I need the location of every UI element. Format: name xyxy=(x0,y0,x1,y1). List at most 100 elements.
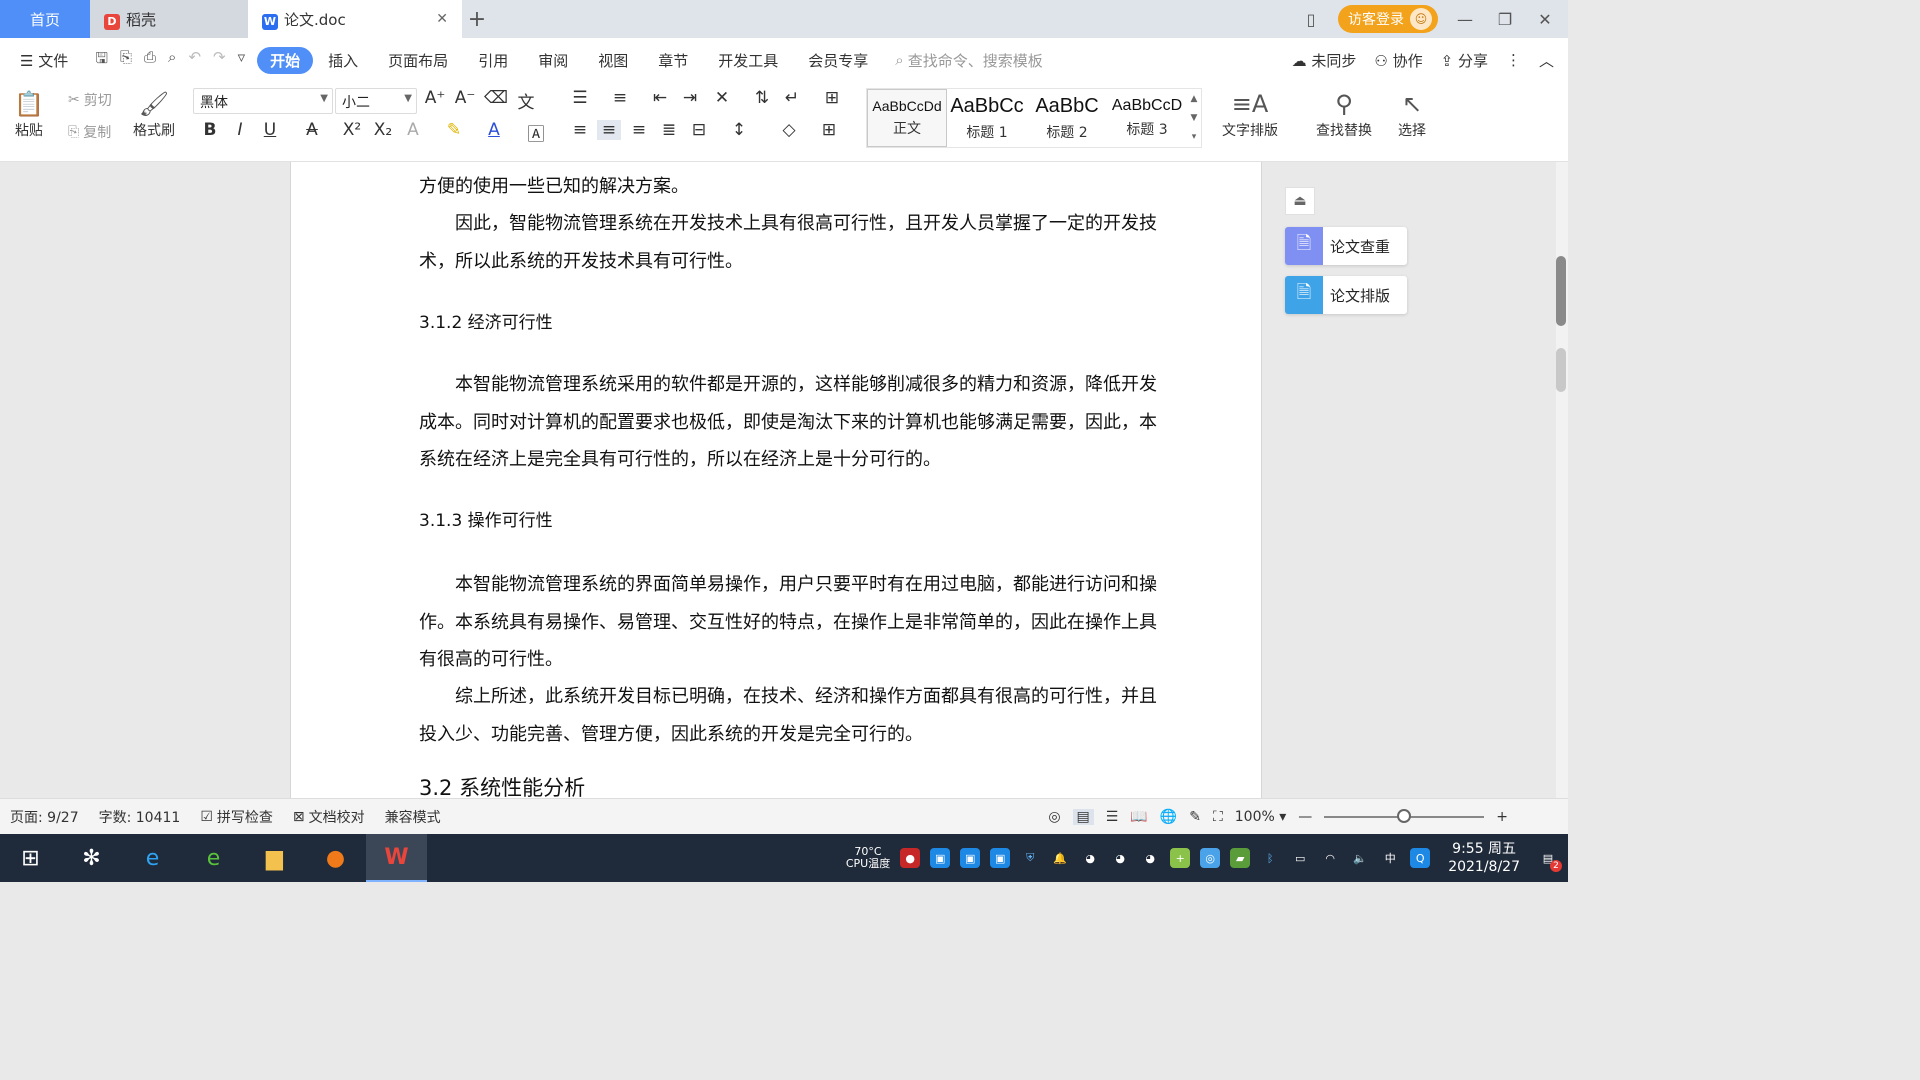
underline-icon[interactable]: U xyxy=(258,120,282,140)
zoom-slider[interactable] xyxy=(1324,808,1485,823)
undo-icon[interactable]: ↶ xyxy=(188,48,201,73)
restore-icon[interactable]: ❐ xyxy=(1492,10,1518,29)
fit-page-icon[interactable]: ⛶ xyxy=(1213,809,1223,825)
battery-icon[interactable]: ▭ xyxy=(1290,848,1310,868)
style-heading2[interactable]: AaBbC 标题 2 xyxy=(1027,89,1107,147)
find-replace-button[interactable]: ⚲ 查找替换 xyxy=(1316,88,1372,140)
spell-check-button[interactable]: ☑ 拼写检查 xyxy=(190,807,283,827)
search-q-icon[interactable]: Q xyxy=(1410,848,1431,868)
document-page[interactable]: 方便的使用一些已知的解决方案。 因此，智能物流管理系统在开发技术上具有很高可行性… xyxy=(290,162,1262,798)
volume-icon[interactable]: 🔈 xyxy=(1350,848,1370,868)
align-center-icon[interactable]: ≡ xyxy=(597,120,621,140)
tab-page-layout[interactable]: 页面布局 xyxy=(373,50,463,71)
file-menu[interactable]: ☰ 文件 xyxy=(16,50,83,71)
scroll-thumb-secondary[interactable] xyxy=(1556,348,1566,392)
scroll-down-icon[interactable]: ▼ xyxy=(1191,113,1198,123)
style-normal[interactable]: AaBbCcDd 正文 xyxy=(867,89,947,147)
grow-font-icon[interactable]: A⁺ xyxy=(423,88,447,108)
reading-view-icon[interactable]: 📖 xyxy=(1130,809,1147,825)
security-shield-icon[interactable]: ⛨ xyxy=(1020,848,1040,868)
more-icon[interactable]: ⋮ xyxy=(1506,51,1521,69)
ime-indicator[interactable]: 中 xyxy=(1380,848,1400,868)
print-icon[interactable]: ⎙ xyxy=(144,48,156,73)
tray-app-icon[interactable]: ▣ xyxy=(930,848,951,868)
page-view-icon[interactable]: ▤ xyxy=(1072,808,1094,825)
scroll-thumb[interactable] xyxy=(1556,256,1566,326)
scroll-up-icon[interactable]: ▲ xyxy=(1191,94,1198,104)
format-painter-button[interactable]: 🖌 格式刷 xyxy=(133,88,175,140)
tray-app-icon[interactable]: ▣ xyxy=(960,848,981,868)
tab-document[interactable]: W 论文.doc ✕ xyxy=(248,0,462,38)
char-border-icon[interactable]: 🄰 xyxy=(524,120,548,145)
wifi-icon[interactable]: ◠ xyxy=(1320,848,1340,868)
borders-icon[interactable]: ⊞ xyxy=(817,120,841,140)
export-icon[interactable]: ⎘ xyxy=(120,48,132,73)
browser-360-icon[interactable]: e xyxy=(183,834,244,882)
command-search[interactable]: ⌕ 查找命令、搜索模板 xyxy=(895,50,1042,71)
decrease-indent-icon[interactable]: ⇤ xyxy=(648,88,672,108)
strikethrough-icon[interactable]: A xyxy=(300,120,324,140)
print-preview-icon[interactable]: ⌕ xyxy=(168,48,176,73)
bold-icon[interactable]: B xyxy=(198,120,222,140)
cut-button[interactable]: ✂ 剪切 xyxy=(68,90,112,110)
save-icon[interactable]: 🖫 xyxy=(95,48,108,73)
bell-icon[interactable]: 🔔 xyxy=(1050,848,1070,868)
shrink-font-icon[interactable]: A⁻ xyxy=(453,88,477,108)
superscript-icon[interactable]: X² xyxy=(340,120,364,140)
windows-start-icon[interactable]: ⊞ xyxy=(0,834,61,882)
distributed-icon[interactable]: ⊟ xyxy=(687,120,711,140)
collab-button[interactable]: ⚇ 协作 xyxy=(1374,50,1422,71)
chinese-layout-icon[interactable]: ✕ xyxy=(710,88,734,108)
copy-button[interactable]: ⎘ 复制 xyxy=(68,122,111,142)
tray-plus-icon[interactable]: + xyxy=(1170,848,1191,868)
align-left-icon[interactable]: ≡ xyxy=(568,120,592,140)
qq-icon[interactable]: ◕ xyxy=(1080,848,1100,868)
qq-icon[interactable]: ◕ xyxy=(1140,848,1160,868)
tray-app-icon[interactable]: ▣ xyxy=(990,848,1011,868)
tab-start[interactable]: 开始 xyxy=(257,46,314,74)
tab-review[interactable]: 审阅 xyxy=(523,50,583,71)
collapse-ribbon-icon[interactable]: ︿ xyxy=(1539,50,1554,71)
proofread-button[interactable]: ⊠ 文档校对 xyxy=(283,807,375,827)
bullet-list-icon[interactable]: ☰ xyxy=(568,88,592,108)
cpu-temp-widget[interactable]: 70°C CPU温度 xyxy=(846,846,890,870)
paper-check-button[interactable]: 🗎 论文查重 xyxy=(1285,227,1407,265)
word-count[interactable]: 字数: 10411 xyxy=(89,807,191,827)
show-marks-icon[interactable]: ↵ xyxy=(780,88,804,108)
tab-references[interactable]: 引用 xyxy=(463,50,523,71)
increase-indent-icon[interactable]: ⇥ xyxy=(678,88,702,108)
zoom-in-icon[interactable]: + xyxy=(1496,809,1508,825)
justify-icon[interactable]: ≣ xyxy=(657,120,681,140)
sync-button[interactable]: ☁ 未同步 xyxy=(1292,50,1357,71)
align-right-icon[interactable]: ≡ xyxy=(627,120,651,140)
close-window-icon[interactable]: ✕ xyxy=(1532,10,1558,29)
subscript-icon[interactable]: X₂ xyxy=(371,120,395,140)
tab-insert[interactable]: 插入 xyxy=(313,50,373,71)
tab-developer[interactable]: 开发工具 xyxy=(703,50,793,71)
tab-daoke[interactable]: D 稻壳 xyxy=(90,0,248,38)
layout-icon[interactable]: ▯ xyxy=(1298,10,1324,29)
numbered-list-icon[interactable]: ≡ xyxy=(608,88,632,108)
zoom-slider-knob[interactable] xyxy=(1397,808,1412,823)
qq-icon[interactable]: ◕ xyxy=(1110,848,1130,868)
style-heading3[interactable]: AaBbCcD 标题 3 xyxy=(1107,89,1187,147)
font-name-select[interactable]: 黑体 ▼ xyxy=(193,88,333,114)
page-indicator[interactable]: 页面: 9/27 xyxy=(0,807,89,827)
pen-icon[interactable]: ✎ xyxy=(1189,809,1201,825)
file-explorer-icon[interactable]: ▆ xyxy=(244,834,305,882)
pinwheel-app-icon[interactable]: ✻ xyxy=(61,834,122,882)
ie-browser-icon[interactable]: e xyxy=(122,834,183,882)
recorder-app-icon[interactable]: ● xyxy=(305,834,366,882)
share-button[interactable]: ⇪ 分享 xyxy=(1441,50,1488,71)
text-layout-button[interactable]: ≡A 文字排版 xyxy=(1222,88,1278,140)
line-spacing-icon[interactable]: ↕ xyxy=(727,120,751,140)
zoom-out-icon[interactable]: — xyxy=(1298,809,1312,825)
web-view-icon[interactable]: 🌐 xyxy=(1160,809,1177,825)
nvidia-icon[interactable]: ▰ xyxy=(1230,848,1251,868)
shading-icon[interactable]: ◇ xyxy=(777,120,801,140)
collapse-panel-icon[interactable]: ⏏ xyxy=(1285,187,1315,215)
phonetic-icon[interactable]: 文 xyxy=(514,88,538,113)
tab-view[interactable]: 视图 xyxy=(583,50,643,71)
tray-app-icon[interactable]: ● xyxy=(900,848,921,868)
bluetooth-icon[interactable]: ᛒ xyxy=(1260,848,1280,868)
